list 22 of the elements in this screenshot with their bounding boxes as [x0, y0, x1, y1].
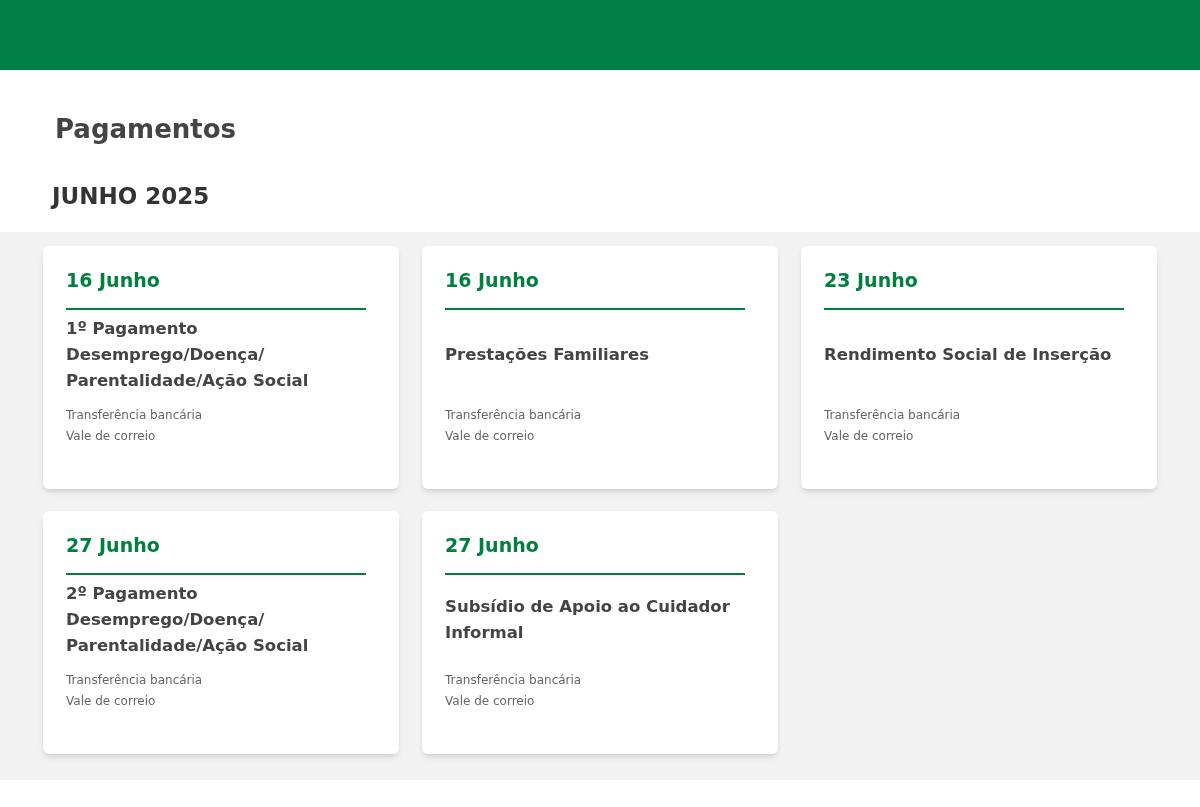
benefit-title: 1º Pagamento Desemprego/Doença/ Parentalidade/Ação Social [66, 318, 310, 392]
payment-method: Transferência bancária [824, 407, 962, 424]
month-heading: JUNHO 2025 [52, 182, 211, 211]
benefit-title: Subsídio de Apoio ao Cuidador Informal [445, 596, 731, 644]
payment-date: 16 Junho [445, 265, 745, 310]
payment-method: Vale de correio [445, 693, 536, 710]
payment-method: Transferência bancária [445, 407, 583, 424]
benefit-title: Prestações Familiares [445, 344, 650, 366]
payment-date: 27 Junho [445, 530, 745, 575]
payment-method: Transferência bancária [66, 672, 204, 689]
payment-date: 23 Junho [824, 265, 1124, 310]
payment-method: Vale de correio [445, 428, 536, 445]
payment-method: Vale de correio [824, 428, 915, 445]
payment-date: 16 Junho [66, 265, 366, 310]
payment-date: 27 Junho [66, 530, 366, 575]
payment-method: Transferência bancária [445, 672, 583, 689]
benefit-title: 2º Pagamento Desemprego/Doença/ Parentalidade/Ação Social [66, 583, 310, 657]
page-title: Pagamentos [55, 113, 238, 146]
payment-method: Transferência bancária [66, 407, 204, 424]
payment-method: Vale de correio [66, 428, 157, 445]
benefit-title: Rendimento Social de Inserção [824, 344, 1112, 366]
payment-method: Vale de correio [66, 693, 157, 710]
